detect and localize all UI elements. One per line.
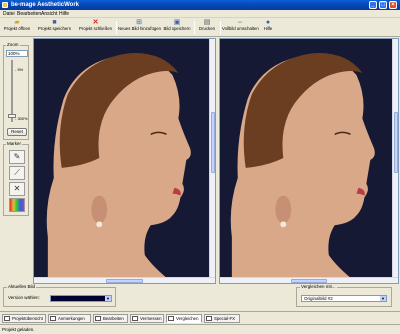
compare-select[interactable]: Originalbild #2 ▼ xyxy=(301,295,387,302)
app-icon xyxy=(2,2,8,8)
zoom-title: Zoom xyxy=(6,42,20,48)
fullscreen-button[interactable]: ⇔ Vollbild umschalten xyxy=(222,19,259,36)
current-image-group: Aktuelles Bild Version wählen: ▼ xyxy=(3,284,116,307)
window-title: be-mage AestheticWork xyxy=(11,2,80,8)
scroll-thumb[interactable] xyxy=(291,279,327,283)
save-project-button[interactable]: ■ Projekt speichern xyxy=(35,19,74,36)
current-image-title: Aktuelles Bild xyxy=(7,284,37,290)
tab-bar: Projektübersicht Anmerkungen Bearbeiten … xyxy=(0,311,400,324)
tab-vergleichen[interactable]: Vergleichen xyxy=(166,314,202,323)
folder-open-icon: ▰ xyxy=(14,19,20,26)
compare-selected-value: Originalbild #2 xyxy=(304,296,333,301)
fullscreen-icon: ⇔ xyxy=(236,19,244,26)
scroll-thumb[interactable] xyxy=(211,112,215,174)
scroll-thumb[interactable] xyxy=(394,112,398,174)
marker-color-button[interactable] xyxy=(9,198,25,212)
chevron-down-icon: ▼ xyxy=(380,296,386,301)
maximize-button[interactable]: □ xyxy=(379,1,387,9)
pen-icon: ✎ xyxy=(13,152,21,161)
ear xyxy=(91,195,108,224)
tab-projektuebersicht[interactable]: Projektübersicht xyxy=(2,314,46,323)
overview-icon xyxy=(4,316,10,321)
ear xyxy=(275,195,292,224)
close-window-button[interactable]: × xyxy=(389,1,397,9)
zoom-reset-button[interactable]: Reset xyxy=(7,128,27,136)
save-image-button[interactable]: ▣ Bild speichern xyxy=(162,19,192,36)
line-tool-icon: ⟋ xyxy=(14,168,20,177)
print-button[interactable]: ▤ Drucken xyxy=(196,19,218,36)
tab-special-fx[interactable]: Special-FX xyxy=(204,314,240,323)
minimize-button[interactable]: _ xyxy=(369,1,377,9)
face-profile-photo xyxy=(34,39,215,283)
horizontal-scrollbar[interactable] xyxy=(34,277,215,283)
marker-line-button[interactable]: ⟋ xyxy=(9,166,25,180)
help-button[interactable]: ● Hilfe xyxy=(261,19,275,36)
earring xyxy=(96,221,103,228)
tab-anmerkungen[interactable]: Anmerkungen xyxy=(48,314,91,323)
save-image-icon: ▣ xyxy=(173,19,181,26)
delete-icon: ✕ xyxy=(13,184,21,193)
zoom-slider-track[interactable] xyxy=(11,60,13,122)
bottom-panel: Aktuelles Bild Version wählen: ▼ Verglei… xyxy=(0,284,400,311)
status-bar: Projekt geladen. xyxy=(0,324,400,334)
compare-icon xyxy=(168,316,174,321)
measure-icon xyxy=(132,316,138,321)
image-pane-current[interactable] xyxy=(33,38,216,284)
status-text: Projekt geladen. xyxy=(2,327,35,332)
zoom-tick-max: - 300% xyxy=(15,116,28,121)
help-icon: ● xyxy=(265,19,271,26)
version-select[interactable]: ▼ xyxy=(50,295,112,302)
face-profile-photo xyxy=(220,39,398,283)
menu-bearbeiten[interactable]: Bearbeiten xyxy=(17,11,41,17)
tab-bearbeiten[interactable]: Bearbeiten xyxy=(93,314,128,323)
compare-group: Vergleichen mit... Originalbild #2 ▼ xyxy=(296,284,392,307)
horizontal-scrollbar[interactable] xyxy=(220,277,398,283)
toolbar-separator xyxy=(116,21,117,34)
toolbar-separator xyxy=(194,21,195,34)
zoom-value-field[interactable]: 100% xyxy=(6,50,28,57)
left-panel: Zoom 100% - 5% - 300% Reset Marker ✎ ⟋ ✕ xyxy=(0,38,31,284)
marker-delete-button[interactable]: ✕ xyxy=(9,182,25,196)
menu-ansicht[interactable]: Ansicht xyxy=(41,11,57,17)
open-project-button[interactable]: ▰ Projekt öffnen xyxy=(2,19,32,36)
compare-title: Vergleichen mit... xyxy=(300,284,337,290)
menu-datei[interactable]: Datei xyxy=(3,11,15,17)
vertical-scrollbar[interactable] xyxy=(392,39,398,283)
title-bar: be-mage AestheticWork _ □ × xyxy=(0,0,400,10)
tab-vermessen[interactable]: Vermessen xyxy=(130,314,164,323)
toolbar-separator xyxy=(220,21,221,34)
menu-hilfe[interactable]: Hilfe xyxy=(59,11,69,17)
save-icon: ■ xyxy=(52,19,57,26)
close-project-button[interactable]: ✕ Projekt schließen xyxy=(77,19,114,36)
vertical-scrollbar[interactable] xyxy=(209,39,215,283)
effects-icon xyxy=(206,316,212,321)
earring xyxy=(280,221,287,228)
edit-icon xyxy=(95,316,101,321)
close-icon: ✕ xyxy=(92,19,99,26)
add-image-button[interactable]: ⊞ Neues Bild hinzufügen xyxy=(118,19,161,36)
zoom-group: Zoom 100% - 5% - 300% Reset xyxy=(3,42,29,140)
chevron-down-icon: ▼ xyxy=(105,296,111,301)
marker-group: Marker ✎ ⟋ ✕ xyxy=(3,141,29,216)
menu-bar: Datei Bearbeiten Ansicht Hilfe xyxy=(0,10,400,18)
zoom-tick-min: - 5% xyxy=(15,67,24,72)
marker-pen-button[interactable]: ✎ xyxy=(9,150,25,164)
toolbar: ▰ Projekt öffnen ■ Projekt speichern ✕ P… xyxy=(0,18,400,37)
marker-title: Marker xyxy=(6,141,23,147)
add-image-icon: ⊞ xyxy=(136,19,142,26)
image-pane-compare[interactable] xyxy=(219,38,399,284)
scroll-thumb[interactable] xyxy=(106,279,143,283)
notes-icon xyxy=(50,316,56,321)
print-icon: ▤ xyxy=(203,19,211,26)
version-label: Version wählen: xyxy=(8,295,40,300)
